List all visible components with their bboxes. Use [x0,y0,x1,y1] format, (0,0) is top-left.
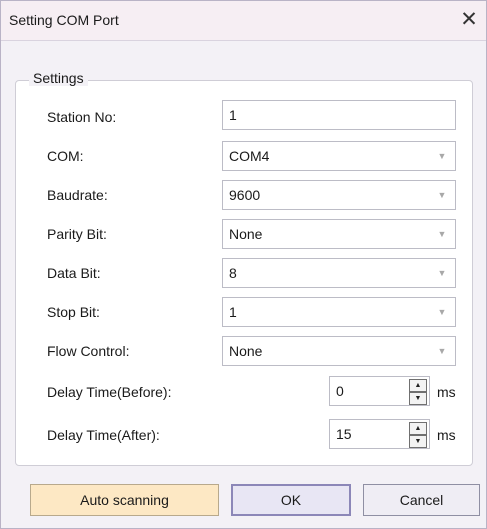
spin-up-icon[interactable]: ▲ [409,379,427,392]
chevron-down-icon[interactable]: ▼ [435,181,449,209]
baudrate-select[interactable]: 9600 ▼ [222,180,456,210]
settings-group-label: Settings [29,70,88,86]
station-no-value: 1 [229,107,237,123]
parity-bit-label: Parity Bit: [47,226,107,242]
stop-bit-label: Stop Bit: [47,304,100,320]
delay-before-spinner[interactable]: 0 ▲ ▼ [329,376,430,406]
parity-bit-select[interactable]: None ▼ [222,219,456,249]
spin-down-icon[interactable]: ▼ [409,392,427,405]
baudrate-label: Baudrate: [47,187,108,203]
delay-after-spin-buttons: ▲ ▼ [409,422,427,448]
stop-bit-value: 1 [229,304,237,320]
delay-before-value: 0 [336,383,344,399]
delay-before-spin-buttons: ▲ ▼ [409,379,427,405]
spin-down-icon[interactable]: ▼ [409,435,427,448]
data-bit-select[interactable]: 8 ▼ [222,258,456,288]
data-bit-value: 8 [229,265,237,281]
baudrate-value: 9600 [229,187,261,203]
flow-control-value: None [229,343,263,359]
delay-before-unit: ms [437,384,456,400]
delay-after-label: Delay Time(After): [47,427,160,443]
chevron-down-icon[interactable]: ▼ [435,220,449,248]
com-label: COM: [47,148,84,164]
parity-bit-value: None [229,226,263,242]
window-title: Setting COM Port [9,12,119,28]
chevron-down-icon[interactable]: ▼ [435,298,449,326]
cancel-button[interactable]: Cancel [363,484,480,516]
delay-after-value: 15 [336,426,352,442]
station-no-label: Station No: [47,109,117,125]
ok-button[interactable]: OK [231,484,351,516]
flow-control-label: Flow Control: [47,343,130,359]
title-bar: Setting COM Port ✕ [1,1,486,41]
chevron-down-icon[interactable]: ▼ [435,142,449,170]
close-icon[interactable]: ✕ [454,5,484,35]
chevron-down-icon[interactable]: ▼ [435,259,449,287]
delay-before-label: Delay Time(Before): [47,384,172,400]
auto-scanning-button[interactable]: Auto scanning [30,484,219,516]
chevron-down-icon[interactable]: ▼ [435,337,449,365]
com-value: COM4 [229,148,270,164]
delay-after-unit: ms [437,427,456,443]
data-bit-label: Data Bit: [47,265,101,281]
setting-com-port-dialog: Setting COM Port ✕ Settings Station No: … [0,0,487,529]
delay-after-spinner[interactable]: 15 ▲ ▼ [329,419,430,449]
station-no-input[interactable]: 1 [222,100,456,130]
stop-bit-select[interactable]: 1 ▼ [222,297,456,327]
flow-control-select[interactable]: None ▼ [222,336,456,366]
spin-up-icon[interactable]: ▲ [409,422,427,435]
com-select[interactable]: COM4 ▼ [222,141,456,171]
